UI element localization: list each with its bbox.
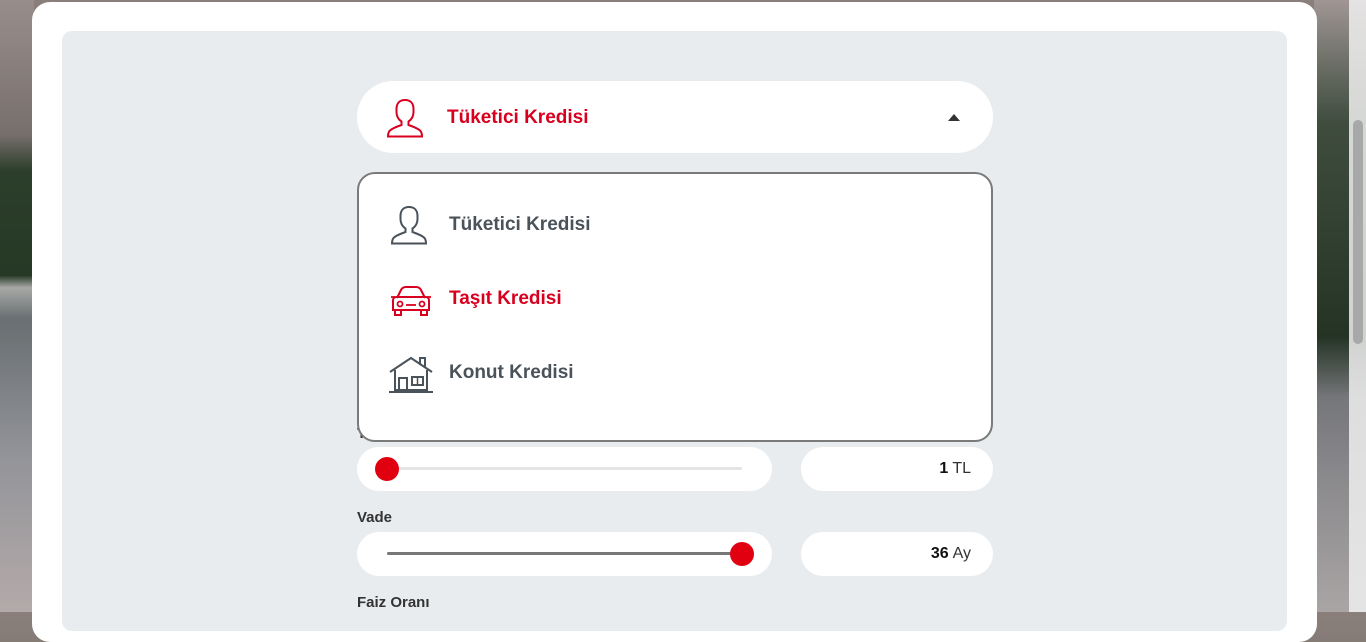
amount-value: 1	[939, 460, 949, 477]
loan-type-dropdown: Tüketici Kredisi Taşıt Kredisi Konut Kre…	[357, 172, 993, 442]
loan-type-selector[interactable]: Tüketici Kredisi	[357, 81, 993, 153]
term-slider-fill	[387, 552, 742, 555]
interest-label: Faiz Oranı	[357, 594, 430, 611]
selected-loan-type: Tüketici Kredisi	[447, 107, 589, 128]
background-photo-left	[0, 0, 34, 612]
person-icon	[390, 205, 428, 245]
car-icon	[391, 286, 431, 316]
term-value-field[interactable]: 36 Ay	[801, 532, 993, 576]
caret-up-icon[interactable]	[948, 114, 960, 121]
amount-value-field[interactable]: 1 TL	[801, 447, 993, 491]
dropdown-item-mortgage-loan[interactable]: Konut Kredisi	[359, 344, 991, 404]
amount-unit: TL	[952, 460, 971, 477]
house-icon	[389, 356, 433, 393]
term-label: Vade	[357, 509, 393, 526]
page-scrollbar[interactable]	[1349, 0, 1366, 612]
term-slider-thumb[interactable]	[730, 542, 754, 566]
term-unit: Ay	[952, 545, 971, 562]
amount-slider-thumb[interactable]	[375, 457, 399, 481]
dropdown-item-vehicle-loan[interactable]: Taşıt Kredisi	[359, 270, 991, 330]
dropdown-item-label: Taşıt Kredisi	[449, 288, 562, 309]
term-value: 36	[930, 545, 949, 562]
term-slider-track[interactable]	[387, 552, 742, 555]
scrollbar-thumb[interactable]	[1353, 120, 1363, 344]
person-icon	[386, 98, 424, 138]
dropdown-item-consumer-loan[interactable]: Tüketici Kredisi	[359, 196, 991, 256]
amount-slider-track[interactable]	[387, 467, 742, 470]
dropdown-item-label: Konut Kredisi	[449, 362, 574, 383]
dropdown-item-label: Tüketici Kredisi	[449, 214, 591, 235]
amount-slider[interactable]	[357, 447, 772, 491]
term-slider[interactable]	[357, 532, 772, 576]
